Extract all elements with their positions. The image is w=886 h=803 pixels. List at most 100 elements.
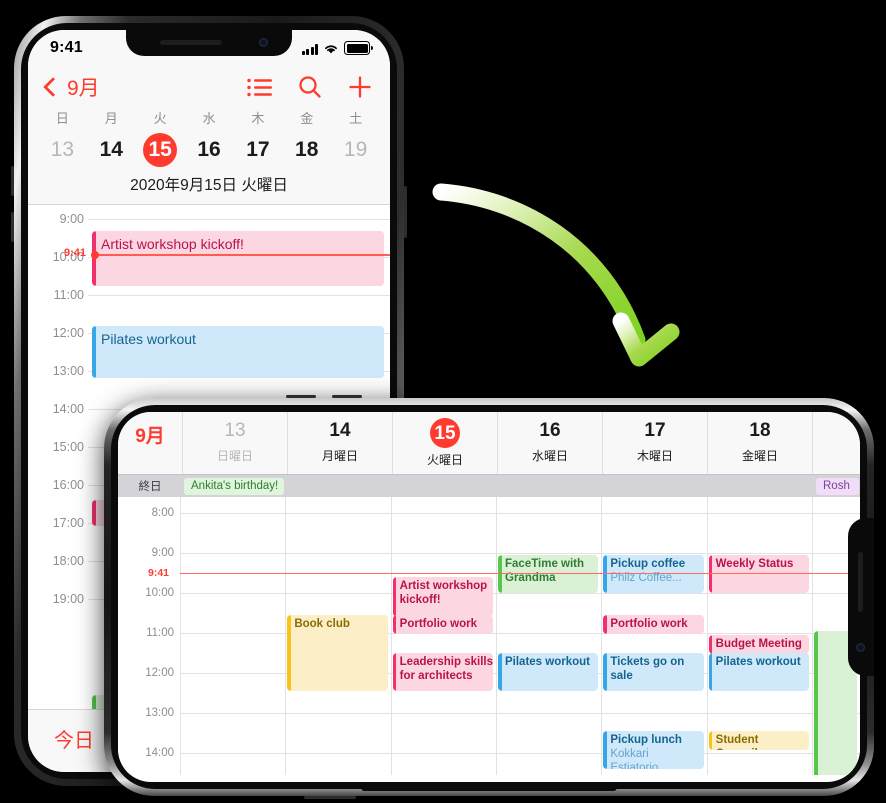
hour-label: 13:00 <box>145 707 174 719</box>
front-camera-icon <box>259 38 268 47</box>
back-button-label: 9月 <box>67 77 100 100</box>
all-day-event[interactable]: Ankita's birthday! <box>184 477 285 495</box>
event-title: Pilates workout <box>101 331 196 347</box>
month-label[interactable]: 9月 <box>118 412 182 448</box>
hour-gridline <box>180 713 860 714</box>
event-color-bar <box>603 615 607 634</box>
column-divider <box>496 497 497 775</box>
week-date-18[interactable]: 18 <box>282 137 331 167</box>
week-timeline-grid[interactable]: 8:00 9:00 10:00 11:00 12:00 13:00 14:00 Artist … <box>118 497 860 775</box>
day-of-week-label: 木 <box>251 111 265 126</box>
week-date-19[interactable]: 19 <box>331 137 380 167</box>
volume-up-button[interactable] <box>286 395 316 398</box>
calendar-event[interactable]: Portfolio work ses... <box>603 615 704 634</box>
navigation-bar: 9月 <box>28 68 390 102</box>
day-number: 17 <box>644 420 666 441</box>
hour-label: 12:00 <box>52 326 84 340</box>
event-color-bar <box>92 326 96 378</box>
calendar-event[interactable]: Tickets go on sale <box>603 653 704 691</box>
hour-label: 19:00 <box>52 592 84 606</box>
add-event-icon[interactable] <box>348 75 372 99</box>
week-date-17[interactable]: 17 <box>233 137 282 167</box>
day-number: 16 <box>539 420 561 441</box>
nav-icon-group <box>247 75 372 99</box>
event-title: Pilates workout <box>715 656 801 668</box>
calendar-event[interactable]: Artist workshop kickoff! <box>392 577 493 617</box>
calendar-event[interactable]: Student Council... <box>708 731 809 750</box>
day-columns-header[interactable]: 13 日曜日 14 月曜日 15 火曜日 16 水曜日 17 木曜日 18 金曜日 <box>182 412 860 474</box>
today-button[interactable]: 今日 <box>54 724 94 753</box>
list-view-icon[interactable] <box>247 78 272 97</box>
hour-label: 16:00 <box>52 478 84 492</box>
event-title: Portfolio work ses... <box>399 618 477 634</box>
week-date-16[interactable]: 16 <box>185 137 234 167</box>
event-title: Pilates workout <box>505 656 590 668</box>
hour-label: 15:00 <box>52 440 84 454</box>
power-button[interactable] <box>404 186 407 238</box>
back-to-month-button[interactable]: 9月 <box>43 72 100 102</box>
column-divider <box>706 497 708 775</box>
week-date-13[interactable]: 13 <box>38 137 87 167</box>
event-color-bar <box>498 653 502 691</box>
calendar-event[interactable]: Pilates workout <box>92 326 384 378</box>
day-of-week-label: 火 <box>153 111 167 126</box>
calendar-event[interactable]: Pilates workout <box>498 653 599 691</box>
volume-up-button[interactable] <box>11 166 14 196</box>
day-column-header-17[interactable]: 17 木曜日 <box>602 412 707 474</box>
day-column-header-13[interactable]: 13 日曜日 <box>182 412 287 474</box>
event-color-bar <box>92 231 96 286</box>
current-time-line <box>96 254 390 256</box>
selected-date-label: 2020年9月15日 火曜日 <box>28 172 390 205</box>
hour-gridline <box>180 593 860 594</box>
day-column-header-16[interactable]: 16 水曜日 <box>497 412 602 474</box>
event-color-bar <box>708 653 713 691</box>
week-date-15[interactable]: 15 <box>136 132 185 172</box>
calendar-event[interactable]: Artist workshop kickoff! <box>92 231 384 286</box>
front-camera-icon <box>856 643 865 652</box>
hour-label: 11:00 <box>53 288 84 302</box>
calendar-event[interactable]: Book club <box>287 615 388 691</box>
event-color-bar <box>708 635 713 654</box>
volume-down-button[interactable] <box>332 395 362 398</box>
event-title: FaceTime with Grandma <box>505 558 585 585</box>
event-location: Kokkari Estiatorio... <box>610 748 668 769</box>
all-day-event[interactable]: Rosh <box>816 477 859 495</box>
all-day-events-track[interactable]: Ankita's birthday! Rosh <box>182 475 860 497</box>
day-of-week-label: 木曜日 <box>636 448 673 463</box>
day-column-header-partial[interactable] <box>812 412 860 474</box>
hour-gridline <box>180 633 860 634</box>
event-color-bar <box>92 500 96 526</box>
event-title: Weekly Status <box>715 558 794 570</box>
cellular-signal-icon <box>301 44 318 55</box>
column-divider <box>601 497 602 775</box>
all-day-label: 終日 <box>138 481 162 493</box>
day-column-header-14[interactable]: 14 月曜日 <box>287 412 392 474</box>
hour-label: 9:00 <box>59 212 84 226</box>
day-of-week-label: 日 <box>55 111 69 126</box>
hour-label: 13:00 <box>52 364 84 378</box>
event-title: Student Council... <box>715 734 768 750</box>
event-title: Book club <box>294 618 350 630</box>
home-indicator[interactable] <box>361 786 617 791</box>
calendar-event[interactable]: Portfolio work ses... <box>392 615 493 634</box>
calendar-event[interactable]: Budget Meeting <box>708 635 809 654</box>
week-dates-row[interactable]: 13 14 15 16 17 18 19 <box>38 132 380 172</box>
hour-gridline <box>88 295 390 296</box>
day-column-header-15[interactable]: 15 火曜日 <box>392 412 497 474</box>
event-title: Leadership skills for architects <box>399 656 493 683</box>
week-date-14[interactable]: 14 <box>87 137 136 167</box>
volume-down-button[interactable] <box>11 212 14 242</box>
calendar-event[interactable]: Pickup lunch Kokkari Estiatorio... <box>603 731 704 769</box>
day-column-header-18[interactable]: 18 金曜日 <box>707 412 812 474</box>
day-number: 15 <box>430 418 460 448</box>
day-of-week-label: 水 <box>202 111 216 126</box>
power-button[interactable] <box>304 796 356 799</box>
column-divider <box>812 497 813 775</box>
event-title: Budget Meeting <box>715 638 802 650</box>
calendar-event[interactable]: Pilates workout <box>708 653 809 691</box>
search-icon[interactable] <box>298 75 322 99</box>
event-color-bar <box>287 615 291 691</box>
calendar-event[interactable]: Leadership skills for architects <box>392 653 493 691</box>
column-divider <box>390 497 392 775</box>
hour-gridline <box>88 219 390 220</box>
